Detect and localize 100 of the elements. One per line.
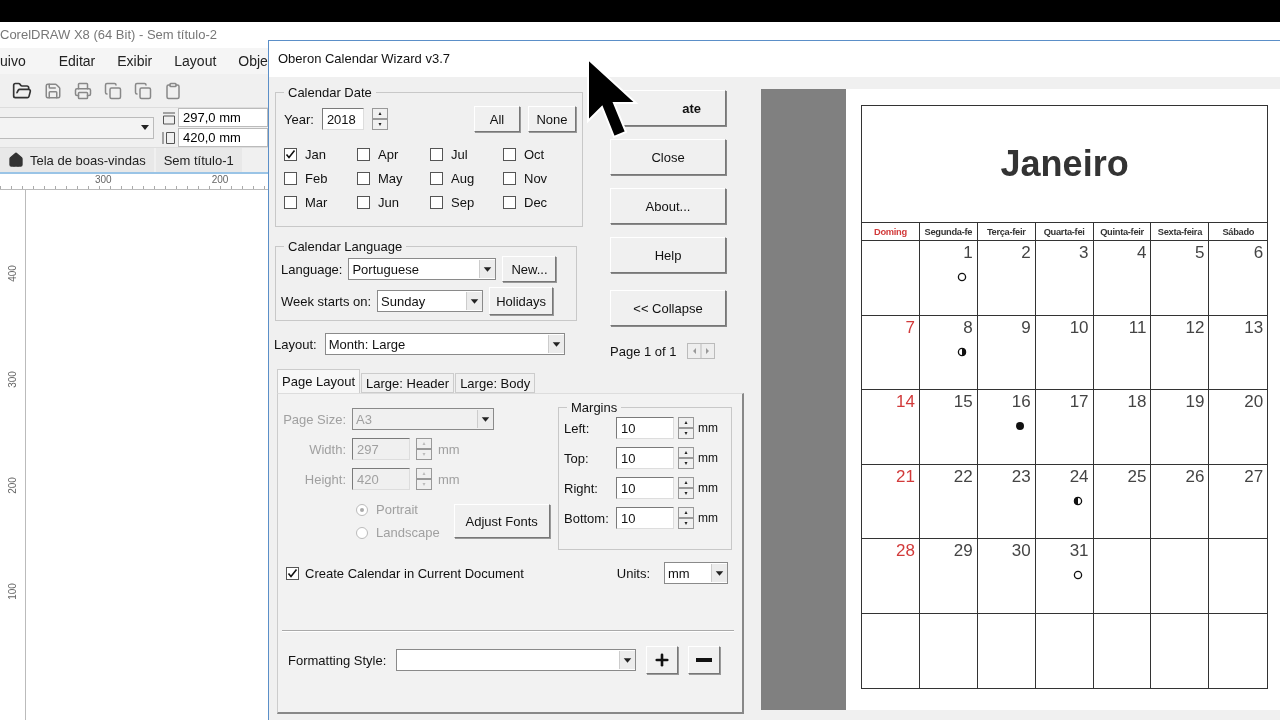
unit-label: mm [698, 421, 718, 435]
width-field[interactable]: 297,0 mm [178, 108, 268, 127]
height-icon [162, 130, 176, 145]
day-number: 5 [1194, 243, 1205, 263]
save-icon[interactable] [44, 81, 62, 100]
minus-icon [696, 658, 713, 662]
add-button[interactable] [646, 646, 679, 674]
day-number: 16 [1011, 392, 1031, 412]
tab[interactable]: Large: Header [361, 373, 455, 393]
day-number: 20 [1244, 392, 1264, 412]
month-checkbox[interactable]: Nov [503, 166, 576, 190]
width-icon [162, 110, 176, 125]
page-arrows-icon[interactable] [686, 343, 715, 359]
day-number: 7 [905, 317, 915, 338]
none-button[interactable]: None [528, 106, 576, 132]
month-checkbox[interactable]: Dec [503, 190, 576, 214]
clipboard-icon[interactable] [164, 81, 182, 100]
day-number: 23 [1011, 466, 1031, 487]
caret-icon [141, 124, 149, 131]
month-checkbox[interactable]: Sep [430, 190, 503, 214]
weekday-label: Doming [874, 226, 907, 237]
spin-buttons[interactable] [678, 447, 694, 469]
month-checkbox[interactable]: Oct [503, 142, 576, 166]
caret-icon [479, 260, 496, 278]
ruler-label: 200 [211, 174, 229, 187]
month-checkbox[interactable]: Mar [284, 190, 357, 214]
day-number: 25 [1127, 466, 1147, 487]
ruler-label: 300 [7, 371, 18, 388]
document-tab[interactable]: Sem título-1 [155, 148, 242, 172]
weekday-label: Segunda-fe [924, 226, 973, 237]
day-number: 26 [1185, 466, 1205, 487]
language-dropdown[interactable]: Portuguese [348, 258, 497, 280]
all-button[interactable]: All [474, 106, 520, 132]
ruler-label: 200 [7, 477, 18, 494]
caret-icon [466, 292, 483, 310]
ruler-label: 100 [7, 583, 18, 600]
folder-icon[interactable] [12, 80, 32, 101]
day-number: 6 [1253, 243, 1264, 263]
margin-label: Right: [564, 480, 599, 496]
month-title: Janeiro [1000, 143, 1129, 185]
spin-buttons[interactable] [678, 417, 694, 439]
remove-button[interactable] [688, 646, 721, 674]
dialog-button[interactable]: About... [610, 188, 726, 224]
day-number: 29 [953, 541, 973, 561]
unit-label: mm [438, 441, 460, 457]
menu-item[interactable]: Layout [163, 53, 228, 69]
preset-dropdown[interactable] [0, 116, 154, 139]
day-number: 13 [1244, 317, 1264, 338]
day-number: 31 [1069, 541, 1089, 561]
spin-buttons[interactable] [678, 507, 694, 529]
margin-label: Top: [564, 450, 590, 466]
year-field[interactable]: 2018 [321, 108, 364, 130]
weekday-label: Terça-feir [986, 226, 1026, 237]
menu-item[interactable]: uivo [0, 53, 48, 69]
day-number: 11 [1128, 317, 1147, 338]
layout-dropdown[interactable]: Month: Large [324, 333, 565, 355]
spin-buttons[interactable] [371, 108, 388, 130]
day-number: 9 [1021, 317, 1031, 338]
day-number: 21 [895, 466, 915, 487]
day-number: 10 [1069, 317, 1089, 338]
copy-icon[interactable] [134, 81, 152, 100]
dialog-button[interactable]: Close [610, 139, 726, 175]
month-checkbox[interactable]: May [357, 166, 430, 190]
day-number: 17 [1069, 392, 1089, 412]
year-label: Year: [284, 111, 314, 127]
menu-item[interactable]: Editar [47, 53, 107, 69]
spin-buttons[interactable] [678, 477, 694, 499]
page-size-label: Page Size: [282, 411, 346, 427]
ruler-label: 400 [7, 265, 18, 282]
printer-icon[interactable] [74, 81, 92, 100]
height-field[interactable]: 420,0 mm [178, 128, 268, 147]
week-start-dropdown[interactable]: Sunday [377, 290, 484, 312]
day-number: 24 [1069, 466, 1089, 487]
weekday-label: Sábado [1222, 226, 1255, 237]
app-title: CorelDRAW X8 (64 Bit) - Sem título-2 [0, 22, 268, 48]
holidays-button[interactable]: Holidays [489, 287, 554, 315]
month-checkbox[interactable]: Apr [357, 142, 430, 166]
tab[interactable]: Page Layout [277, 369, 360, 393]
unit-label: mm [698, 451, 718, 465]
month-checkbox[interactable]: Aug [430, 166, 503, 190]
day-number: 30 [1011, 541, 1031, 561]
width-label: Width: [308, 441, 346, 457]
month-checkbox[interactable]: Jan [284, 142, 357, 166]
menu-item[interactable]: Obje [227, 53, 268, 69]
day-number: 18 [1127, 392, 1147, 412]
new-button[interactable]: New... [502, 256, 557, 282]
dialog-button[interactable]: Help [610, 237, 726, 273]
formatting-style-dropdown[interactable] [396, 649, 637, 671]
month-checkbox[interactable]: Jun [357, 190, 430, 214]
copy-icon[interactable] [104, 81, 122, 100]
document-tab[interactable]: Tela de boas-vindas [0, 148, 154, 172]
tab[interactable]: Large: Body [455, 373, 536, 393]
formatting-style-label: Formatting Style: [288, 652, 387, 668]
month-checkbox[interactable]: Jul [430, 142, 503, 166]
day-number: 28 [895, 541, 915, 561]
language-label: Language: [281, 261, 343, 277]
menu-item[interactable]: Exibir [106, 53, 164, 69]
ruler-label: 300 [95, 174, 112, 187]
month-checkbox[interactable]: Feb [284, 166, 357, 190]
dialog-button[interactable]: << Collapse [610, 290, 726, 326]
